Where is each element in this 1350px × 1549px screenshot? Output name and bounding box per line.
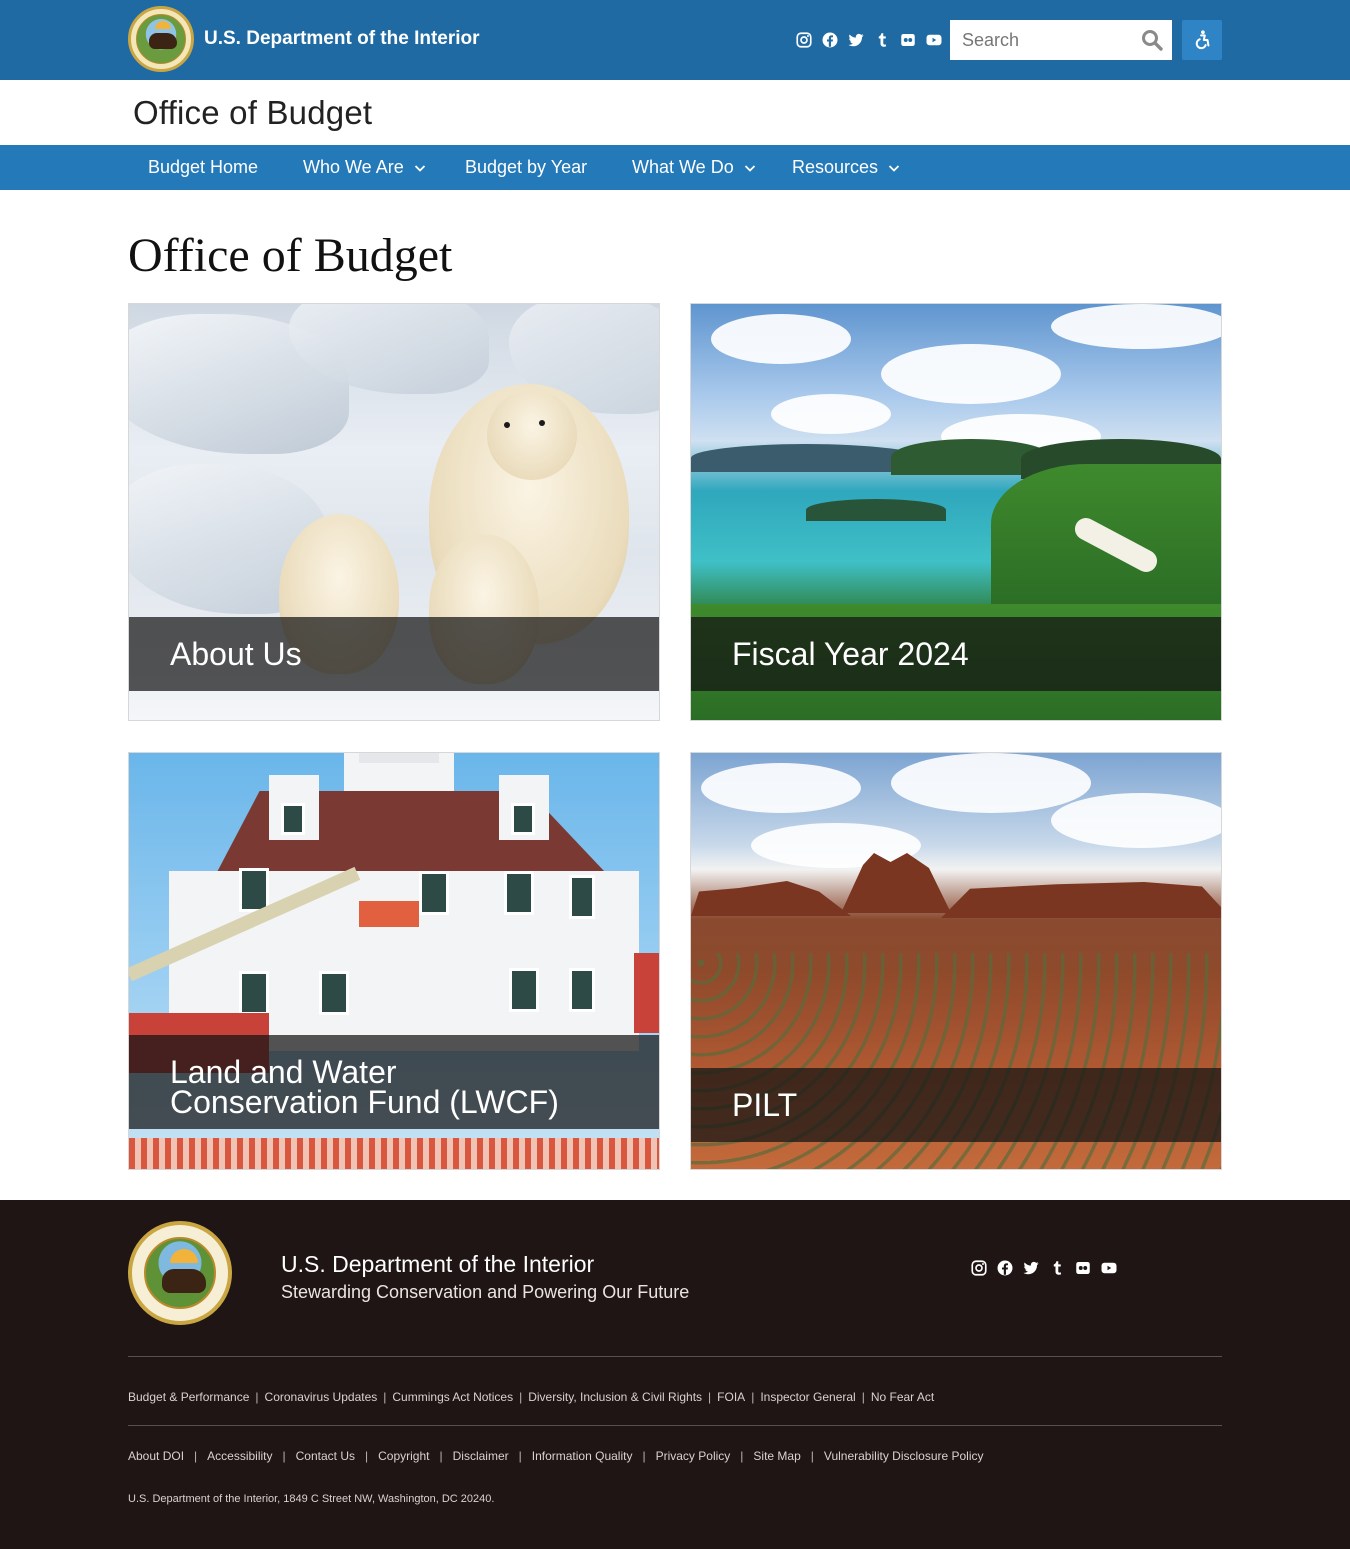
footer-links-row-2: About DOI | Accessibility | Contact Us | Co… <box>128 1449 984 1463</box>
footer-link[interactable]: Copyright <box>378 1449 429 1463</box>
footer-link[interactable]: Accessibility <box>207 1449 272 1463</box>
footer-link[interactable]: Vulnerability Disclosure Policy <box>824 1449 984 1463</box>
footer-link[interactable]: Information Quality <box>532 1449 633 1463</box>
nav-item-budget-by-year[interactable]: Budget by Year <box>465 145 587 190</box>
site-header: Office of Budget <box>0 80 1350 145</box>
top-bar: U.S. Department of the Interior <box>0 0 1350 80</box>
footer-links-row-1: Budget & Performance | Coronavirus Update… <box>128 1390 935 1404</box>
nav-item-label: Budget Home <box>148 157 259 177</box>
footer-link[interactable]: About DOI <box>128 1449 184 1463</box>
nav-item-label: Who We Are <box>303 157 404 177</box>
card-caption: PILT <box>691 1068 1221 1142</box>
footer: U.S. Department of the Interior Stewardi… <box>0 1200 1350 1549</box>
search-icon[interactable] <box>1140 28 1164 52</box>
footer-link[interactable]: Site Map <box>753 1449 800 1463</box>
header-social-links <box>795 31 943 49</box>
chevron-down-icon <box>744 164 755 172</box>
footer-link[interactable]: FOIA <box>717 1390 745 1404</box>
accessibility-button[interactable] <box>1182 20 1222 60</box>
page-title: Office of Budget <box>128 229 453 282</box>
nav-item-label: Budget by Year <box>465 157 588 177</box>
site-title[interactable]: Office of Budget <box>133 94 372 132</box>
tumblr-icon[interactable] <box>873 31 891 49</box>
facebook-icon[interactable] <box>996 1259 1014 1277</box>
footer-link[interactable]: Contact Us <box>296 1449 355 1463</box>
footer-address: U.S. Department of the Interior, 1849 C … <box>128 1493 495 1505</box>
footer-tagline: Stewarding Conservation and Powering Our… <box>281 1282 690 1302</box>
nav-item-label: Resources <box>792 157 879 177</box>
card-fiscal-year-2024[interactable]: Fiscal Year 2024 <box>690 303 1222 721</box>
nav-item-resources[interactable]: Resources <box>792 145 900 190</box>
flickr-icon[interactable] <box>899 31 917 49</box>
footer-link[interactable]: Disclaimer <box>453 1449 509 1463</box>
card-lwcf[interactable]: Land and Water Conservation Fund (LWCF) <box>128 752 660 1170</box>
facebook-icon[interactable] <box>821 31 839 49</box>
footer-link[interactable]: No Fear Act <box>871 1390 934 1404</box>
brand-name[interactable]: U.S. Department of the Interior <box>204 28 480 50</box>
chevron-down-icon <box>888 164 900 172</box>
accessibility-icon <box>1195 30 1210 50</box>
nav-item-budget-home[interactable]: Budget Home <box>148 145 258 190</box>
search-input[interactable] <box>950 20 1136 60</box>
twitter-icon[interactable] <box>1022 1259 1040 1277</box>
card-caption: About Us <box>129 617 659 691</box>
flickr-icon[interactable] <box>1074 1259 1092 1277</box>
card-pilt[interactable]: PILT <box>690 752 1222 1170</box>
footer-link[interactable]: Inspector General <box>760 1390 855 1404</box>
tumblr-icon[interactable] <box>1048 1259 1066 1277</box>
footer-link[interactable]: Privacy Policy <box>656 1449 731 1463</box>
footer-link[interactable]: Budget & Performance <box>128 1390 249 1404</box>
footer-link[interactable]: Coronavirus Updates <box>265 1390 378 1404</box>
footer-title[interactable]: U.S. Department of the Interior <box>281 1251 594 1278</box>
instagram-icon[interactable] <box>970 1259 988 1277</box>
footer-social-links <box>970 1259 1118 1277</box>
search-box <box>950 20 1172 60</box>
nav-item-who-we-are[interactable]: Who We Are <box>303 145 426 190</box>
nav-item-what-we-do[interactable]: What We Do <box>632 145 756 190</box>
instagram-icon[interactable] <box>795 31 813 49</box>
footer-divider <box>128 1356 1222 1357</box>
footer-link[interactable]: Diversity, Inclusion & Civil Rights <box>528 1390 702 1404</box>
footer-doi-seal[interactable] <box>128 1221 232 1325</box>
doi-seal-logo[interactable] <box>128 6 194 72</box>
card-caption: Land and Water Conservation Fund (LWCF) <box>129 1035 659 1129</box>
twitter-icon[interactable] <box>847 31 865 49</box>
footer-link[interactable]: Cummings Act Notices <box>392 1390 513 1404</box>
footer-divider <box>128 1425 1222 1426</box>
youtube-icon[interactable] <box>925 31 943 49</box>
card-caption: Fiscal Year 2024 <box>691 617 1221 691</box>
youtube-icon[interactable] <box>1100 1259 1118 1277</box>
main-nav: Budget Home Who We Are Budget by Year Wh… <box>0 145 1350 190</box>
chevron-down-icon <box>414 164 425 172</box>
nav-item-label: What We Do <box>632 157 734 177</box>
card-about-us[interactable]: About Us <box>128 303 660 721</box>
